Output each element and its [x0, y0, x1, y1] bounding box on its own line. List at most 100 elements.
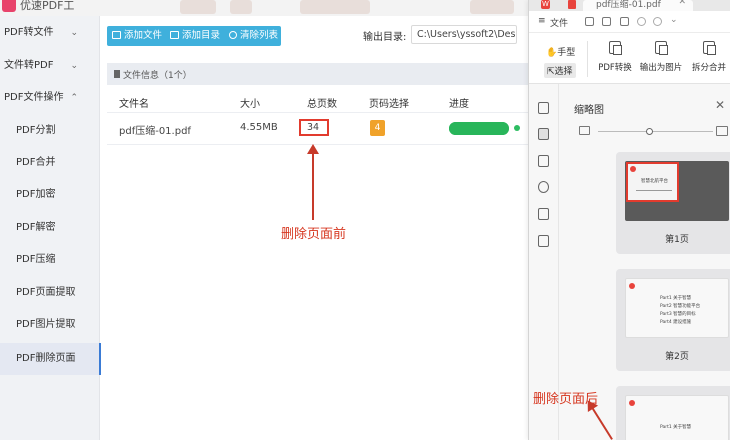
small-image-icon[interactable]: [579, 126, 590, 135]
file-info-title: 文件信息（1个）: [123, 71, 192, 81]
column-header-total-pages: 总页数: [307, 99, 337, 110]
sidebar-item-label: PDF删除页面: [16, 353, 76, 364]
output-dir-label: 输出目录:: [363, 32, 407, 43]
progress-fill: [449, 122, 509, 135]
sidebar-item-label: PDF加密: [16, 189, 56, 200]
page-text: Part2 智慧功能平台: [660, 304, 701, 309]
redo-icon[interactable]: [653, 17, 662, 26]
sidebar-item-label: PDF合并: [16, 157, 56, 168]
thumbnail-icon[interactable]: [538, 128, 549, 140]
column-header-page-select: 页码选择: [369, 99, 409, 110]
cell-total-pages: 34: [299, 119, 329, 136]
split-merge-button[interactable]: 拆分合并: [689, 41, 729, 73]
page-preview: Part1 关于智慧 Part2 智慧功能平台 Part3 智慧的目标 Part…: [625, 278, 729, 338]
thumbnail-size-slider[interactable]: [598, 128, 713, 135]
blurred-region: [180, 0, 216, 14]
sidebar-item-file-to-pdf[interactable]: 文件转PDF ⌄: [0, 51, 100, 81]
sidebar-item-pdf-delete-pages[interactable]: PDF删除页面: [0, 343, 101, 375]
undo-icon[interactable]: [637, 17, 646, 26]
split-merge-icon: [703, 41, 716, 55]
pdf-viewer-panel: W pdf压缩-01.pdf ✕ ≡ 文件 ⌄ ✋手型 ⇱选择 PDF转换 输出…: [528, 0, 730, 440]
thumbnail-page-3[interactable]: Part1 关于智慧: [616, 386, 730, 440]
sidebar-item-pdf-encrypt[interactable]: PDF加密: [0, 180, 100, 210]
sidebar-item-label: PDF页面提取: [16, 287, 76, 298]
layers-icon[interactable]: [538, 235, 549, 247]
pdf-icon: [568, 0, 576, 9]
viewer-menu-row: ≡ 文件 ⌄: [529, 11, 730, 33]
page-logo-icon: [630, 166, 636, 172]
page-select-badge[interactable]: 4: [370, 120, 385, 136]
output-dir-input[interactable]: C:\Users\yssoft2\Deskt: [411, 25, 517, 44]
slider-handle[interactable]: [646, 128, 653, 135]
annotation-before: 删除页面前: [281, 227, 347, 242]
sidebar: PDF转文件 ⌄ 文件转PDF ⌄ PDF文件操作 ⌃ PDF分割 PDF合并 …: [0, 16, 101, 440]
signature-icon[interactable]: [538, 208, 549, 220]
sidebar-item-pdf-page-extract[interactable]: PDF页面提取: [0, 278, 100, 308]
pdf-convert-button[interactable]: PDF转换: [595, 41, 635, 73]
add-file-icon: [112, 31, 121, 39]
close-icon[interactable]: ✕: [678, 0, 686, 7]
sidebar-item-pdf-compress[interactable]: PDF压缩: [0, 245, 100, 275]
sidebar-item-pdf-decrypt[interactable]: PDF解密: [0, 213, 100, 243]
sidebar-item-label: PDF压缩: [16, 254, 56, 265]
open-icon[interactable]: [585, 17, 594, 26]
chevron-up-icon: ⌃: [70, 93, 78, 103]
app-window: 优速PDF工 PDF转文件 ⌄ 文件转PDF ⌄ PDF文件操作 ⌃ PDF分割…: [0, 0, 730, 440]
pdf-convert-icon: [609, 41, 622, 55]
select-tool-button[interactable]: ⇱选择: [544, 63, 576, 78]
viewer-ribbon: ✋手型 ⇱选择 PDF转换 输出为图片 拆分合并: [529, 33, 730, 84]
menu-file[interactable]: 文件: [550, 16, 568, 29]
sidebar-item-label: 文件转PDF: [4, 60, 54, 71]
sidebar-item-pdf-split[interactable]: PDF分割: [0, 116, 100, 146]
clear-icon: [229, 31, 237, 39]
blurred-region: [300, 0, 370, 14]
chevron-down-icon[interactable]: ⌄: [670, 15, 678, 25]
sidebar-item-pdf-merge[interactable]: PDF合并: [0, 148, 100, 178]
file-info-header: 文件信息（1个）: [107, 63, 528, 85]
annotation-arrow: [307, 144, 319, 220]
clear-list-button[interactable]: 清除列表: [229, 26, 278, 46]
page-text: Part1 关于智慧: [660, 296, 692, 301]
viewer-side-rail: [529, 84, 559, 440]
sidebar-item-pdf-image-extract[interactable]: PDF图片提取: [0, 310, 100, 340]
bookmark-icon[interactable]: [538, 102, 549, 114]
print-icon[interactable]: [620, 17, 629, 26]
thumbnail-pane: 缩略图 ✕ 智慧北航平台 第1页 Part1 关于智慧 Part2 智慧功能平台…: [560, 84, 730, 440]
save-icon[interactable]: [602, 17, 611, 26]
menu-icon[interactable]: ≡: [538, 16, 546, 26]
column-header-size: 大小: [240, 99, 260, 110]
wps-logo-icon: W: [541, 0, 550, 9]
close-icon[interactable]: ✕: [715, 98, 725, 112]
add-folder-label: 添加目录: [182, 30, 221, 41]
page-preview: 智慧北航平台: [625, 161, 729, 221]
document-tab[interactable]: pdf压缩-01.pdf ✕: [583, 0, 693, 11]
comment-icon[interactable]: [538, 155, 549, 167]
page-text: Part3 智慧的目标: [660, 312, 696, 317]
thumbnail-page-2[interactable]: Part1 关于智慧 Part2 智慧功能平台 Part3 智慧的目标 Part…: [616, 269, 730, 371]
column-header-progress: 进度: [449, 99, 469, 110]
attachment-icon[interactable]: [538, 181, 549, 193]
thumbnail-page-1[interactable]: 智慧北航平台 第1页: [616, 152, 730, 254]
blurred-region: [470, 0, 514, 14]
add-folder-button[interactable]: 添加目录: [170, 26, 220, 46]
folder-icon: [170, 31, 179, 39]
status-dot: [514, 125, 520, 131]
export-image-button[interactable]: 输出为图片: [640, 41, 682, 73]
blurred-region: [230, 0, 252, 14]
page-heading: 智慧北航平台: [641, 179, 668, 184]
cell-filename: pdf压缩-01.pdf: [119, 126, 191, 137]
thumbnail-caption: 第1页: [665, 235, 689, 245]
page-logo-icon: [629, 283, 635, 289]
sidebar-item-label: PDF图片提取: [16, 319, 76, 330]
divider: [107, 112, 528, 113]
sidebar-item-pdf-operations[interactable]: PDF文件操作 ⌃: [0, 83, 100, 113]
hand-tool-button[interactable]: ✋手型: [546, 45, 575, 58]
add-file-button[interactable]: 添加文件: [112, 26, 162, 46]
hand-icon: ✋: [546, 48, 558, 58]
thumbnail-pane-title: 缩略图: [574, 105, 604, 116]
sidebar-item-pdf-to-file[interactable]: PDF转文件 ⌄: [0, 18, 100, 48]
large-image-icon[interactable]: [716, 126, 728, 136]
sidebar-item-label: PDF分割: [16, 125, 56, 136]
chevron-down-icon: ⌄: [70, 28, 78, 38]
document-tab-title: pdf压缩-01.pdf: [596, 0, 661, 10]
